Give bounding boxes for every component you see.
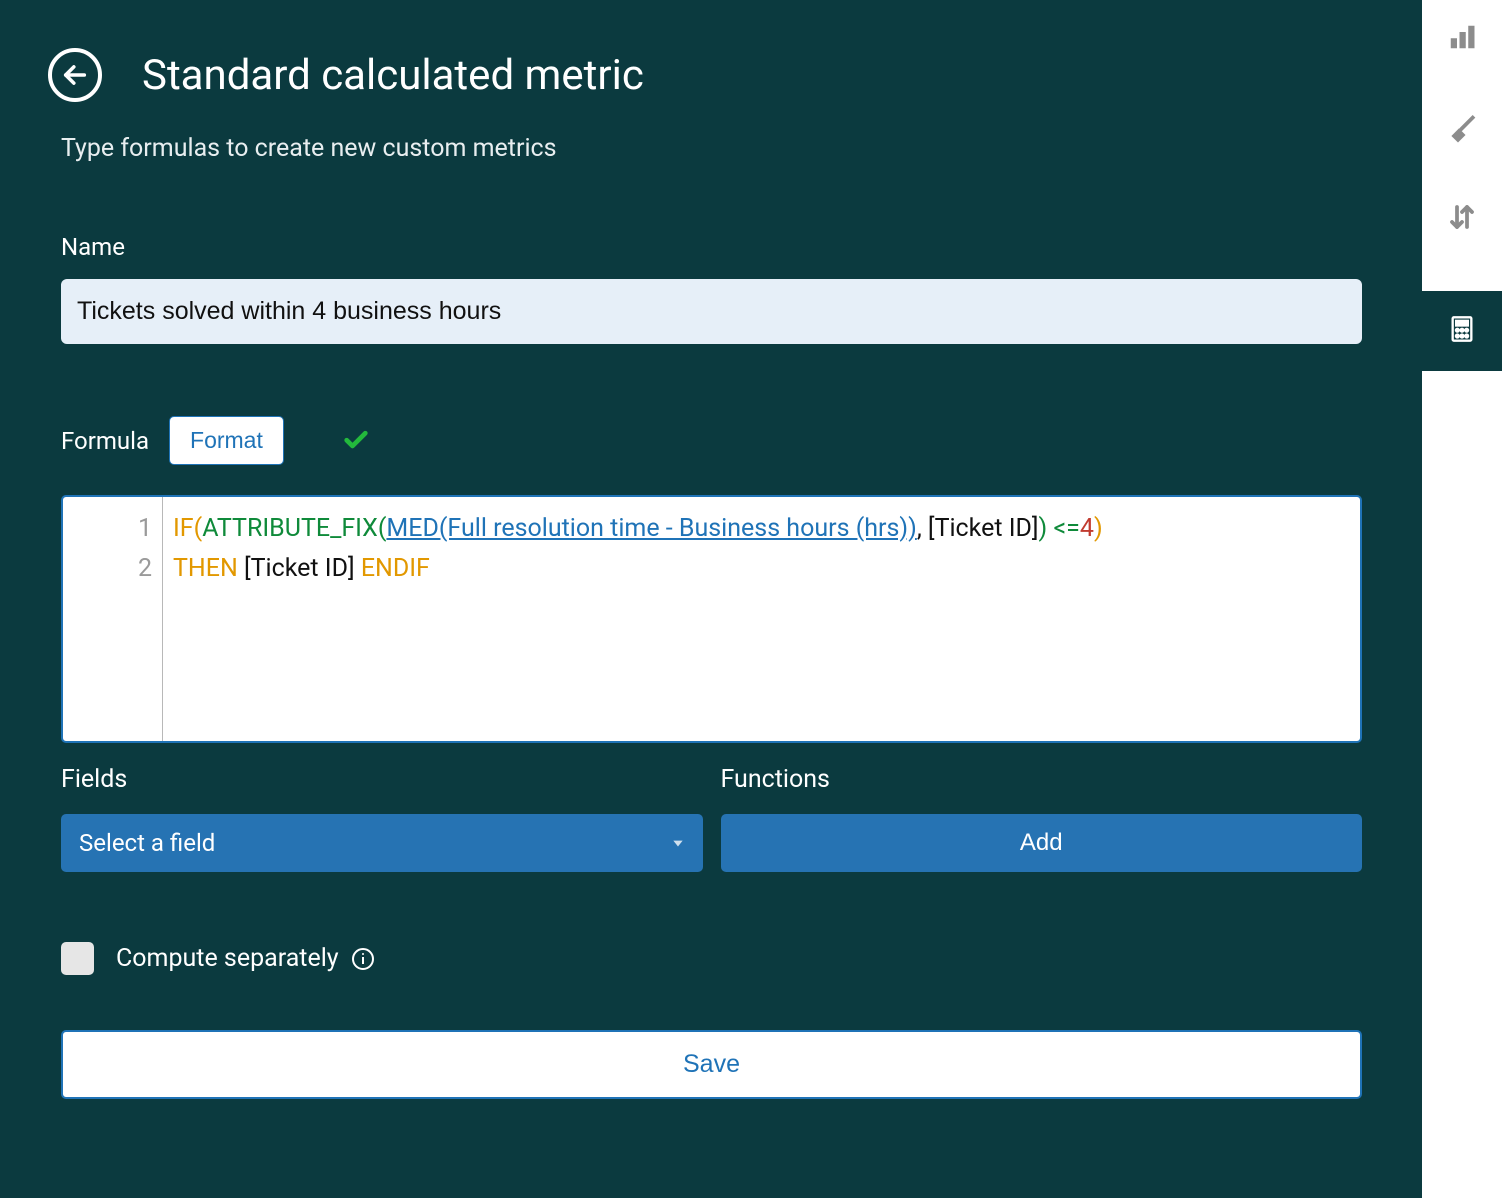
line-number-1: 1 xyxy=(63,509,152,549)
add-button[interactable]: Add xyxy=(721,814,1363,872)
page-subtitle: Type formulas to create new custom metri… xyxy=(61,134,1362,163)
code-line-1: IF(ATTRIBUTE_FIX(MED(Full resolution tim… xyxy=(173,509,1103,549)
calculator-icon xyxy=(1448,315,1476,347)
sidebar-item-calculator[interactable] xyxy=(1422,291,1502,371)
fields-label: Fields xyxy=(61,765,703,794)
formula-editor[interactable]: 1 2 IF(ATTRIBUTE_FIX(MED(Full resolution… xyxy=(61,495,1362,743)
code-line-2: THEN [Ticket ID] ENDIF xyxy=(173,549,1103,589)
bar-chart-icon xyxy=(1447,22,1477,56)
sidebar-item-brush[interactable] xyxy=(1422,111,1502,147)
line-number-2: 2 xyxy=(63,549,152,589)
line-gutter: 1 2 xyxy=(63,497,163,741)
functions-label: Functions xyxy=(721,765,1363,794)
name-input[interactable] xyxy=(61,279,1362,344)
chevron-down-icon xyxy=(671,836,685,850)
code-area[interactable]: IF(ATTRIBUTE_FIX(MED(Full resolution tim… xyxy=(163,497,1113,741)
compute-separately-checkbox[interactable] xyxy=(61,942,94,975)
sidebar-item-sort[interactable] xyxy=(1422,202,1502,236)
compute-separately-row: Compute separately xyxy=(61,942,1362,975)
arrow-left-icon xyxy=(61,61,89,89)
header-row: Standard calculated metric xyxy=(48,48,1362,102)
name-label: Name xyxy=(61,233,1362,261)
page-title: Standard calculated metric xyxy=(142,51,644,100)
info-icon[interactable] xyxy=(351,947,375,971)
compute-separately-label: Compute separately xyxy=(116,944,375,973)
brush-icon xyxy=(1446,111,1478,147)
check-icon xyxy=(342,425,370,457)
formula-label: Formula xyxy=(61,427,149,455)
back-button[interactable] xyxy=(48,48,102,102)
save-button[interactable]: Save xyxy=(61,1030,1362,1099)
sidebar-item-chart[interactable] xyxy=(1422,22,1502,56)
main-panel: Standard calculated metric Type formulas… xyxy=(0,0,1422,1198)
functions-column: Functions Add xyxy=(721,765,1363,872)
fields-select-placeholder: Select a field xyxy=(79,829,215,857)
fields-column: Fields Select a field xyxy=(61,765,703,872)
right-sidebar xyxy=(1422,0,1502,1198)
formula-header: Formula Format xyxy=(61,416,1362,465)
format-button[interactable]: Format xyxy=(169,416,284,465)
fields-functions-row: Fields Select a field Functions Add xyxy=(61,765,1362,872)
fields-select[interactable]: Select a field xyxy=(61,814,703,872)
sort-arrows-icon xyxy=(1447,202,1477,236)
